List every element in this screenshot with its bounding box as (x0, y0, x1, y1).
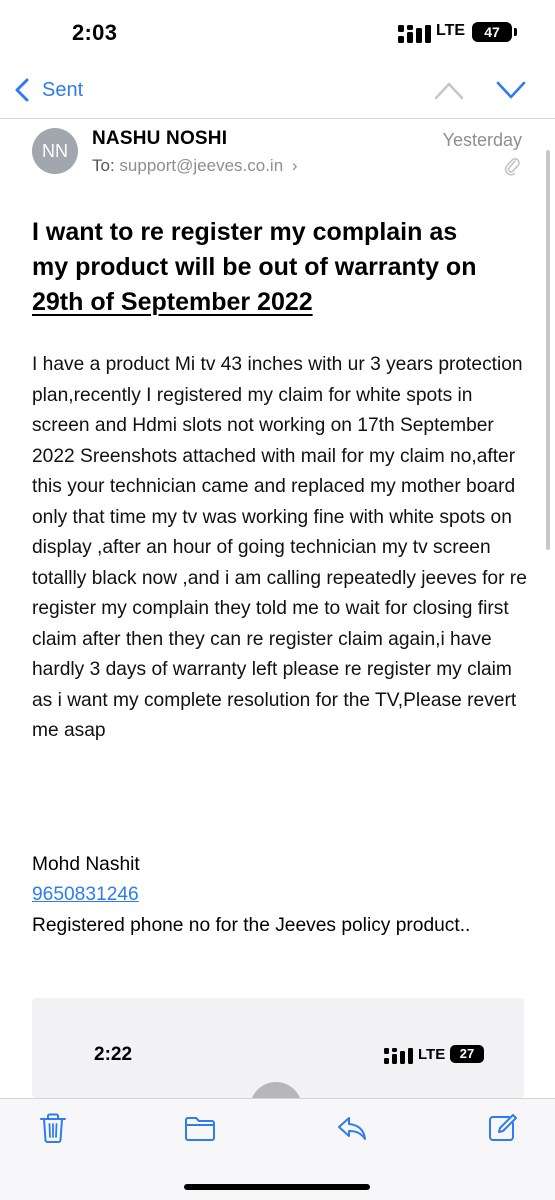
compose-button[interactable] (485, 1111, 519, 1145)
subject-line-2: my product will be out of warranty on (32, 253, 477, 281)
signature-note: Registered phone no for the Jeeves polic… (32, 915, 471, 936)
attachment-preview[interactable]: 2:22 LTE 27 (32, 998, 524, 1098)
header-divider (0, 118, 555, 119)
move-to-folder-button[interactable] (183, 1111, 217, 1145)
network-type: LTE (436, 22, 466, 39)
sender-name[interactable]: NASHU NOSHI (92, 128, 227, 150)
avatar[interactable]: NN (32, 128, 78, 174)
back-button[interactable]: Sent (14, 74, 83, 106)
attachment-network: LTE (418, 1046, 446, 1063)
battery-cap (514, 28, 517, 36)
scrollbar[interactable] (546, 150, 550, 550)
folder-icon (185, 1117, 215, 1141)
reply-button[interactable] (335, 1111, 369, 1145)
compose-icon (489, 1114, 517, 1141)
chevron-down-icon[interactable] (496, 76, 526, 104)
reply-icon (338, 1117, 366, 1140)
email-body: I have a product Mi tv 43 inches with ur… (32, 354, 527, 741)
subject-line-3[interactable]: 29th of September 2022 (32, 288, 313, 316)
chevron-up-icon[interactable] (434, 76, 464, 104)
recipient-address[interactable]: support@jeeves.co.in (119, 156, 283, 175)
to-label: To: (92, 156, 115, 175)
signal-bars-icon (398, 25, 431, 43)
trash-icon (40, 1113, 66, 1143)
battery-indicator: 47 (472, 22, 512, 42)
recipient-chevron: › (291, 156, 298, 175)
status-time: 2:03 (72, 20, 118, 45)
message-date: Yesterday (442, 130, 522, 150)
recipient-line[interactable]: To: support@jeeves.co.in › (92, 156, 298, 176)
subject-line-1: I want to re register my complain as (32, 218, 458, 246)
attachment-avatar (250, 1082, 302, 1098)
delete-button[interactable] (36, 1111, 70, 1145)
nav-bar: Sent (0, 62, 555, 118)
attachment-signal-icon (384, 1048, 413, 1064)
home-indicator[interactable] (184, 1184, 370, 1190)
paperclip-icon (504, 158, 520, 176)
signature-phone-link[interactable]: 9650831246 (32, 880, 139, 911)
signature-name: Mohd Nashit (32, 854, 140, 875)
attachment-battery: 27 (450, 1045, 484, 1063)
attachment-status-time: 2:22 (94, 1044, 133, 1065)
email-subject: I want to re register my complain as my … (32, 215, 522, 320)
status-bar: 2:03 LTE 47 (0, 0, 555, 62)
chevron-left-icon (15, 78, 29, 102)
back-label: Sent (42, 78, 84, 101)
